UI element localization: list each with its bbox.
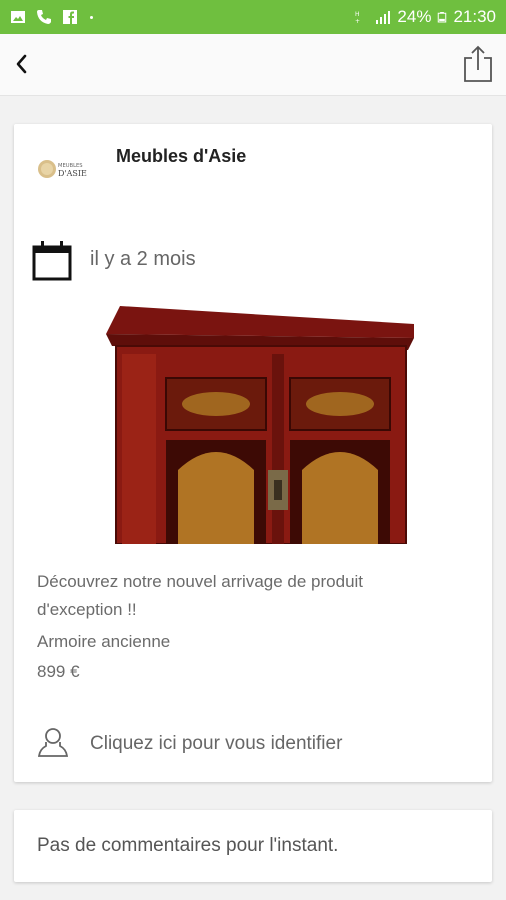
login-prompt[interactable]: Cliquez ici pour vous identifier xyxy=(36,724,476,764)
no-comments-text: Pas de commentaires pour l'instant. xyxy=(37,835,339,856)
status-bar: H + 24% 21:30 xyxy=(0,0,506,34)
chevron-left-icon[interactable] xyxy=(8,50,36,78)
post-date: il y a 2 mois xyxy=(90,248,196,270)
brand-logo: MEUBLES D'ASIE xyxy=(38,160,87,178)
post-description: Découvrez notre nouvel arrivage de produ… xyxy=(37,568,477,686)
image-icon xyxy=(11,11,25,23)
description-line-2: d'exception !! xyxy=(37,600,137,619)
more-notifications-dot xyxy=(90,15,93,19)
svg-text:D'ASIE: D'ASIE xyxy=(58,169,87,178)
product-price: 899 € xyxy=(37,662,80,681)
app-bar xyxy=(0,34,506,96)
data-icon: H + xyxy=(355,11,360,25)
signal-icon xyxy=(376,11,391,24)
svg-text:+: + xyxy=(355,18,360,25)
phone-icon xyxy=(37,10,51,24)
description-line-1: Découvrez notre nouvel arrivage de produ… xyxy=(37,572,364,591)
svg-text:H: H xyxy=(355,11,360,18)
author-name[interactable]: Meubles d'Asie xyxy=(116,146,246,167)
battery-icon xyxy=(438,12,447,23)
facebook-icon xyxy=(63,10,77,24)
status-notifications xyxy=(10,9,93,25)
battery-percent: 24% xyxy=(397,7,432,26)
post-card: MEUBLES D'ASIE Meubles d'Asie il y a 2 m… xyxy=(14,124,492,782)
calendar-icon xyxy=(32,241,72,281)
share-icon[interactable] xyxy=(462,44,494,84)
status-system: H + 24% 21:30 xyxy=(353,7,496,27)
product-image[interactable] xyxy=(36,294,476,544)
comments-card: Pas de commentaires pour l'instant. xyxy=(14,810,492,882)
clock: 21:30 xyxy=(453,7,496,26)
user-icon xyxy=(37,728,69,757)
product-name: Armoire ancienne xyxy=(37,632,171,651)
login-text[interactable]: Cliquez ici pour vous identifier xyxy=(90,733,342,755)
